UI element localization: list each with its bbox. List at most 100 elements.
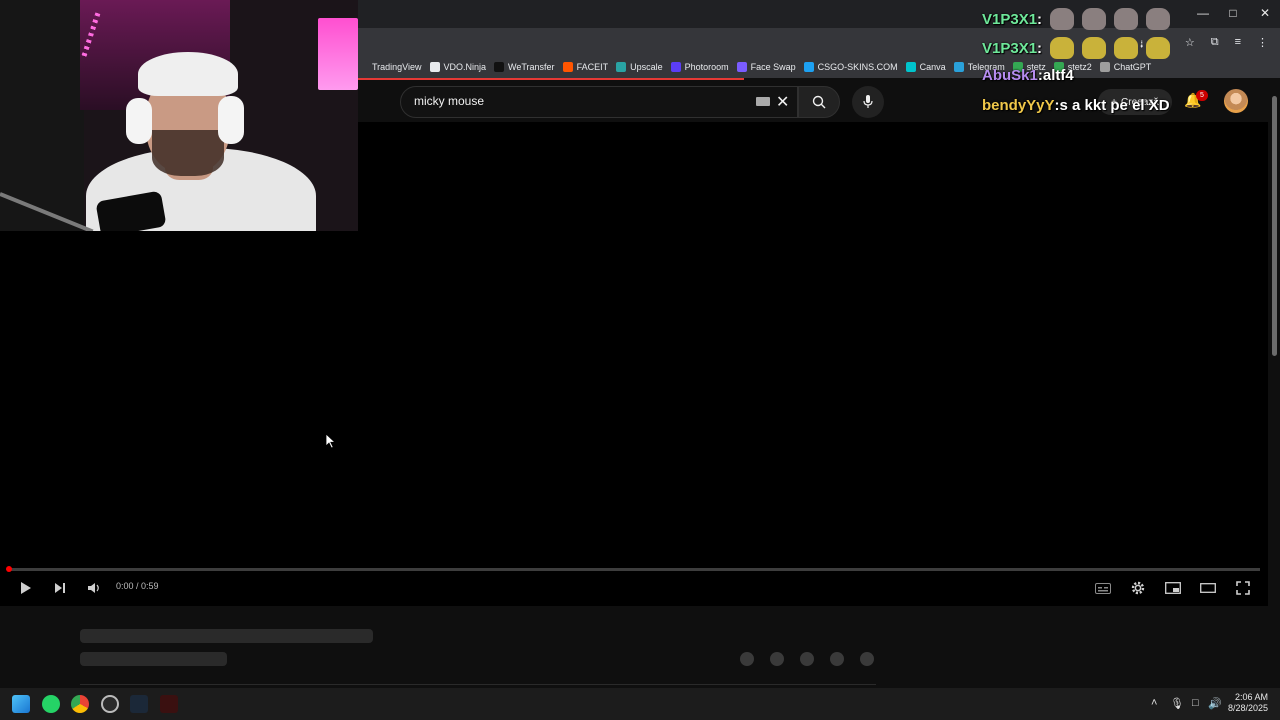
- minimize-button[interactable]: —: [1188, 6, 1218, 20]
- network-tray-icon[interactable]: □: [1192, 697, 1199, 709]
- bookmark-item[interactable]: Face Swap: [736, 62, 804, 72]
- fullscreen-icon: [1236, 581, 1250, 595]
- bookmark-item[interactable]: FACEIT: [562, 62, 617, 72]
- windows-start-icon[interactable]: [12, 695, 30, 713]
- windows-taskbar: [0, 688, 1280, 720]
- play-button[interactable]: [16, 578, 36, 598]
- search-button[interactable]: [798, 86, 840, 118]
- bookmark-item[interactable]: Canva: [905, 62, 954, 72]
- play-icon: [21, 582, 31, 594]
- clock-date: 8/28/2025: [1228, 703, 1269, 713]
- bookmark-label: FACEIT: [576, 62, 609, 72]
- bookmark-item[interactable]: Upscale: [616, 62, 671, 72]
- chat-message-text: altf4: [1042, 67, 1074, 84]
- steam-icon[interactable]: [130, 695, 148, 713]
- chat-emote-icon: [1082, 37, 1107, 59]
- subtitles-icon: [1095, 582, 1111, 594]
- headphone-left: [126, 98, 152, 144]
- clock-time: 2:06 AM: [1235, 692, 1269, 702]
- voice-search-button[interactable]: [852, 86, 884, 118]
- bookmark-favicon-icon: [803, 62, 814, 72]
- video-progress-scrubber[interactable]: [6, 566, 12, 572]
- skeleton-dot: [830, 652, 844, 666]
- browser-menu-icon[interactable]: ⋮: [1257, 36, 1268, 55]
- title-skeleton: [80, 629, 373, 643]
- chat-username: V1P3X1: [982, 10, 1038, 28]
- bookmark-item[interactable]: TradingView: [358, 62, 430, 72]
- bookmark-favicon-icon: [670, 62, 681, 72]
- bookmark-label: ChatGPT: [1113, 62, 1152, 72]
- chat-username: bendyYyY: [982, 97, 1055, 114]
- webcam-person-beard: [152, 130, 224, 176]
- bookmark-label: WeTransfer: [508, 62, 555, 72]
- miniplayer-button[interactable]: [1162, 578, 1184, 598]
- bookmark-favicon-icon: [494, 62, 505, 72]
- channel-skeleton: [80, 652, 227, 666]
- close-window-button[interactable]: ✕: [1250, 6, 1280, 20]
- skeleton-dot: [740, 652, 754, 666]
- bookmark-item[interactable]: VDO.Ninja: [429, 62, 495, 72]
- miniplayer-icon: [1165, 582, 1181, 594]
- obs-icon[interactable]: [101, 695, 119, 713]
- tray-overflow-icon[interactable]: ˄: [1151, 697, 1157, 709]
- search-icon: [812, 95, 826, 109]
- chrome-icon[interactable]: [71, 695, 89, 713]
- skeleton-dot: [860, 652, 874, 666]
- video-progress-bar[interactable]: [8, 568, 1260, 571]
- video-time-display: 0:00 / 0:59: [116, 581, 159, 591]
- account-avatar[interactable]: [1224, 89, 1248, 113]
- chat-username: V1P3X1: [982, 39, 1038, 57]
- media-control-icon[interactable]: ≡: [1235, 36, 1241, 55]
- maximize-button[interactable]: □: [1218, 6, 1248, 20]
- webcam-neon-light: [318, 18, 358, 90]
- next-button[interactable]: [50, 578, 70, 598]
- settings-button[interactable]: [1127, 578, 1149, 598]
- keyboard-icon[interactable]: [756, 97, 770, 106]
- fullscreen-button[interactable]: [1232, 578, 1254, 598]
- taskbar-clock[interactable]: 2:06 AM 8/28/2025: [1228, 692, 1268, 714]
- bookmark-favicon-icon: [616, 62, 627, 72]
- clear-search-icon[interactable]: ✕: [776, 92, 789, 112]
- gear-icon: [1131, 581, 1145, 595]
- bookmarks-bar: TradingView VDO.Ninja WeTransfer FACEIT Upsc…: [358, 56, 1280, 78]
- chat-emote-icon: [1050, 37, 1075, 59]
- microphone-tray-icon[interactable]: 🎙: [1170, 697, 1184, 710]
- page-scrollbar[interactable]: [1272, 96, 1277, 356]
- microphone-icon: [863, 95, 873, 108]
- chat-emote-icon: [1082, 8, 1107, 30]
- theater-mode-button[interactable]: [1197, 578, 1219, 598]
- bookmark-item[interactable]: Photoroom: [670, 62, 737, 72]
- bookmark-item[interactable]: WeTransfer: [494, 62, 563, 72]
- chat-emote-icon: [1146, 37, 1171, 59]
- bookmark-favicon-icon: [358, 62, 368, 72]
- bookmark-favicon-icon: [1099, 62, 1110, 72]
- bookmark-label: Upscale: [630, 62, 663, 72]
- bookmark-star-icon[interactable]: ☆: [1185, 36, 1195, 55]
- chat-message: bendyYyY : s a kkt pe el XD: [982, 97, 1170, 114]
- subtitles-button[interactable]: [1092, 578, 1114, 598]
- bookmark-label: TradingView: [372, 62, 422, 72]
- mouse-cursor-icon: [325, 433, 337, 449]
- action-buttons-skeleton: [740, 652, 874, 666]
- search-input-value[interactable]: micky mouse: [414, 94, 484, 108]
- bookmark-label: Face Swap: [750, 62, 796, 72]
- bookmark-item[interactable]: ChatGPT: [1099, 62, 1160, 72]
- chat-message: V1P3X1 :: [982, 8, 1171, 30]
- next-icon: [55, 583, 65, 593]
- volume-button[interactable]: [84, 578, 104, 598]
- chat-separator: :: [1037, 10, 1043, 28]
- bookmark-favicon-icon: [562, 62, 573, 72]
- bookmark-label: VDO.Ninja: [443, 62, 487, 72]
- bookmark-item[interactable]: CSGO-SKINS.COM: [803, 62, 906, 72]
- skeleton-dot: [770, 652, 784, 666]
- chat-username: AbuSk1: [982, 67, 1038, 84]
- volume-tray-icon[interactable]: 🔊: [1208, 697, 1222, 710]
- section-divider: [80, 684, 876, 685]
- extensions-icon[interactable]: ⧉: [1211, 36, 1219, 55]
- chat-emote-icon: [1114, 37, 1139, 59]
- chat-message: AbuSk1 : altf4: [982, 67, 1074, 84]
- game-app-icon[interactable]: [160, 695, 178, 713]
- bookmark-label: CSGO-SKINS.COM: [817, 62, 898, 72]
- chat-separator: :: [1037, 39, 1043, 57]
- whatsapp-icon[interactable]: [42, 695, 60, 713]
